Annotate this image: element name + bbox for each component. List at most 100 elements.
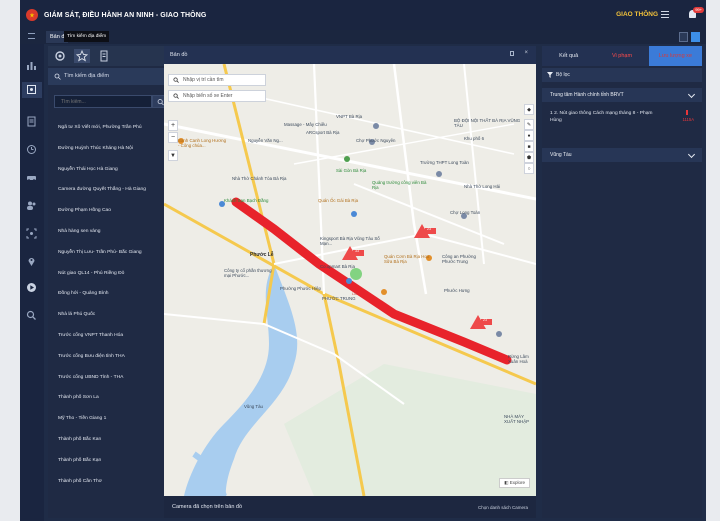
scan-icon[interactable] xyxy=(26,226,37,239)
group-header-vung-tau[interactable]: Vũng Tàu xyxy=(542,148,702,162)
tab-results[interactable]: Kết quả xyxy=(542,46,596,66)
map-label: Vũng Tàu xyxy=(244,404,263,409)
list-item[interactable]: Ngã tư Xô Viết mới, Phường Trần Phú xyxy=(48,118,182,139)
chart-icon[interactable] xyxy=(26,58,37,70)
search-icon xyxy=(173,77,179,83)
map-label: Kingsport Bà Rịa Vũng Tàu Số Mạn... xyxy=(320,236,380,246)
map-plate-search[interactable]: Nhập biển số xe Enter xyxy=(168,90,266,102)
filter-icon[interactable]: ▼ xyxy=(168,150,178,161)
map-footer: Camera đã chọn trên bản đồ Chọn danh sác… xyxy=(164,496,536,518)
list-item[interactable]: Đồng hới - Quảng Bình xyxy=(48,284,182,305)
camera-warning-marker[interactable]: 33 xyxy=(355,249,359,253)
camera-error-label: Lỗi xyxy=(352,292,357,296)
camera-list-link[interactable]: Chọn danh sách Camera xyxy=(478,505,528,510)
map-label: ARCsport Bà Rịa xyxy=(306,130,340,135)
filter-icon xyxy=(547,72,553,78)
map-location-placeholder: Nhập vị trí cần tìm xyxy=(183,77,224,83)
list-item[interactable]: Trước cổng Bưu điện tỉnh THA xyxy=(48,347,182,368)
menu-icon[interactable] xyxy=(661,11,669,18)
map-label: Chợ Phước Nguyên xyxy=(356,138,396,143)
car-icon[interactable] xyxy=(26,170,37,182)
map-base[interactable] xyxy=(164,64,536,496)
camera-warning-marker[interactable]: 23 xyxy=(483,318,487,322)
police-emblem-icon xyxy=(26,9,38,21)
list-item[interactable]: Mỹ Tho - Tiền Giang 1 xyxy=(48,409,182,430)
list-header: Tìm kiếm địa điểm xyxy=(48,68,182,85)
list-item[interactable]: Nhà hàng sen vàng xyxy=(48,222,182,243)
star-icon[interactable] xyxy=(74,49,90,63)
map-label: Công ty cổ phần thương mại Phước... xyxy=(224,268,272,278)
tab-violations[interactable]: Vi phạm xyxy=(595,46,649,66)
map-label: Khách Sạn Bạch Đằng xyxy=(224,198,269,203)
list-item[interactable]: Nhà lá Phú Quốc xyxy=(48,305,182,326)
map-label: Rừng Lâm Xuân Hoà xyxy=(508,354,529,364)
notification-badge: 99+ xyxy=(693,7,704,13)
result-entry-code: 1115A xyxy=(682,117,695,122)
circle-tool-icon[interactable]: ○ xyxy=(524,163,534,174)
close-icon[interactable]: × xyxy=(524,50,528,56)
list-item[interactable]: Camera đường Quyết Thắng - Hà Giang xyxy=(48,180,182,201)
camera-warning-marker[interactable]: 23 xyxy=(427,227,431,231)
grid-view-icon[interactable] xyxy=(691,32,700,42)
minimize-icon[interactable] xyxy=(510,51,514,56)
map-label: Công an Phường Phước Trung xyxy=(442,254,476,264)
map-view[interactable]: Massage - Mây Chiều ARCsport Bà Rịa VNPT… xyxy=(164,64,536,496)
target-icon[interactable] xyxy=(22,82,42,98)
list-item[interactable]: Nút giao QL14 - Phú Riềng Đỏ xyxy=(48,264,182,285)
explore-button[interactable]: ◧ Explore xyxy=(499,478,530,488)
filter-label: Bộ lọc xyxy=(556,72,570,78)
map-location-search[interactable]: Nhập vị trí cần tìm xyxy=(168,74,266,86)
map-pin-icon[interactable] xyxy=(26,254,37,266)
list-icon[interactable] xyxy=(96,49,112,63)
search-icon[interactable] xyxy=(26,308,37,320)
group-header-brvt[interactable]: Trung tâm Hành chính tỉnh BRVT xyxy=(542,88,702,102)
location-list: Ngã tư Xô Viết mới, Phường Trần Phú Đườn… xyxy=(48,118,182,492)
point-icon[interactable]: ● xyxy=(524,130,534,141)
result-entry-text: 1 2. Nút giao thông Cách mạng tháng 8 - … xyxy=(550,111,653,123)
search-icon xyxy=(54,73,61,80)
list-item[interactable]: Thành phố Sơn La xyxy=(48,388,182,409)
sub-bar: Bản đ Tìm kiếm địa điểm xyxy=(20,30,706,44)
list-item[interactable]: Nguyễn Thái Học Hà Giang xyxy=(48,160,182,181)
list-item[interactable]: Trước cổng UBND Tỉnh - THA xyxy=(48,368,182,389)
zoom-in-button[interactable]: + xyxy=(168,120,178,131)
list-item[interactable]: Thành phố Cần Thơ xyxy=(48,472,182,493)
list-item[interactable]: Đường Phạm Hồng Cao xyxy=(48,201,182,222)
play-icon[interactable] xyxy=(26,280,37,292)
result-entry[interactable]: 1 2. Nút giao thông Cách mạng tháng 8 - … xyxy=(542,104,702,146)
mode-label[interactable]: GIAO THÔNG xyxy=(616,11,658,18)
list-item[interactable]: Thành phố Bắc Kan xyxy=(48,430,182,451)
layers-icon[interactable]: ◆ xyxy=(524,104,534,115)
map-panel: Bản đồ × Massage - Mây Chiều ARCsport Bà… xyxy=(164,46,536,518)
search-icon xyxy=(173,93,179,99)
chevron-down-icon xyxy=(687,90,696,99)
group-label: Trung tâm Hành chính tỉnh BRVT xyxy=(550,92,624,98)
list-view-icon[interactable] xyxy=(679,32,688,42)
hamburger-icon[interactable] xyxy=(28,33,35,39)
top-bar: GIÁM SÁT, ĐIỀU HÀNH AN NINH - GIAO THÔNG… xyxy=(20,0,706,30)
filter-bar[interactable]: Bộ lọc xyxy=(542,68,702,82)
list-item[interactable]: Nguyễn Thị Lưu- Trần Phú- Bắc Giang xyxy=(48,243,182,264)
list-search-input[interactable] xyxy=(54,95,152,108)
list-item[interactable]: Thành phố Bắc Kạn xyxy=(48,451,182,472)
map-label: Bánh Canh Long Hương - Công chúa... xyxy=(178,138,227,148)
polygon-icon[interactable]: ⬟ xyxy=(524,152,534,163)
tab-traffic-flow[interactable]: Lưu lượng xe xyxy=(648,46,702,66)
list-header-label: Tìm kiếm địa điểm xyxy=(64,73,109,79)
zoom-out-button[interactable]: − xyxy=(168,132,178,143)
map-label: Quán Ốc Gái Bà Rịa xyxy=(318,198,359,203)
list-item[interactable]: Đường Huỳnh Thúc Kháng Hà Nội xyxy=(48,139,182,160)
pencil-icon[interactable]: ✎ xyxy=(524,119,534,130)
clock-icon[interactable] xyxy=(26,142,37,154)
settings-icon[interactable] xyxy=(52,49,68,63)
map-label: Quán Cơm Bà Rịa Hoa Sữa Bà Rịa xyxy=(384,254,430,264)
left-nav xyxy=(20,44,44,521)
map-header: Bản đồ × xyxy=(164,46,536,64)
explore-label: Explore xyxy=(509,480,525,485)
group-label: Vũng Tàu xyxy=(550,152,572,158)
document-icon[interactable] xyxy=(26,114,37,127)
users-icon[interactable] xyxy=(26,198,37,210)
results-panel: Kết quả Vi phạm Lưu lượng xe Bộ lọc Trun… xyxy=(542,46,702,518)
square-icon[interactable]: ■ xyxy=(524,141,534,152)
list-item[interactable]: Trước cổng VNPT Thanh Hóa xyxy=(48,326,182,347)
